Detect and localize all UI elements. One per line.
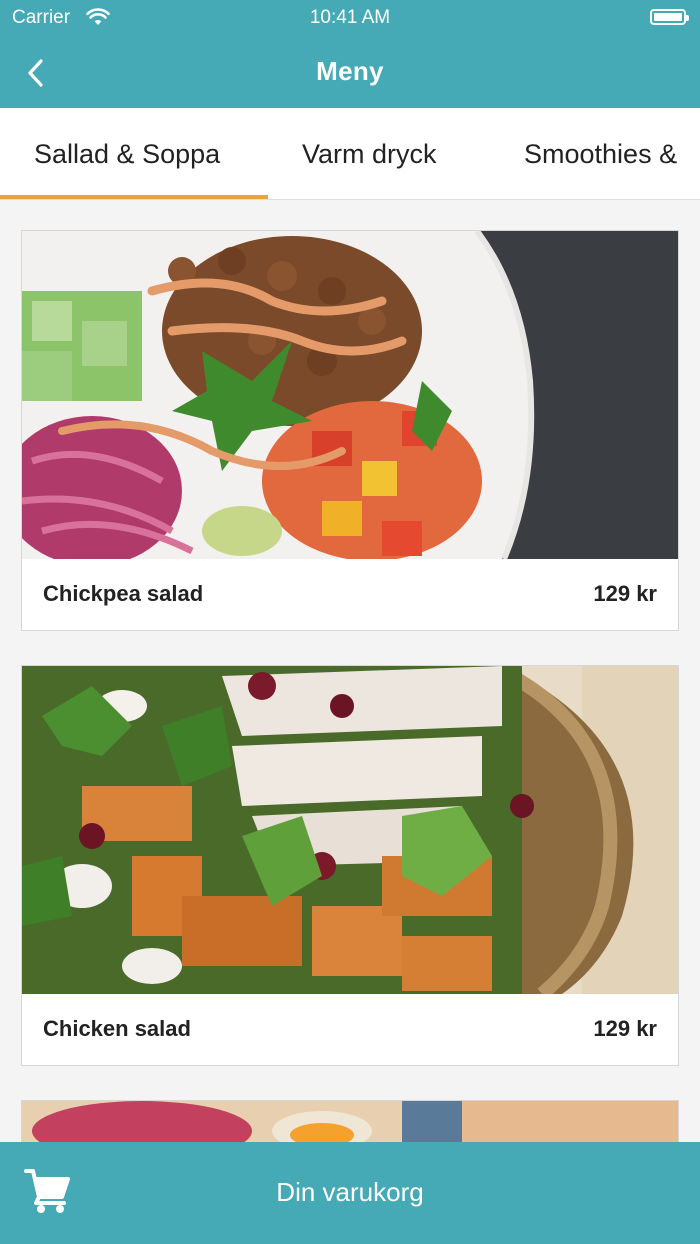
menu-item-price: 129 kr [593,581,657,606]
menu-item-price: 129 kr [593,1016,657,1041]
status-time: 10:41 AM [309,7,391,28]
cart-label: Din varukorg [276,1177,424,1207]
tab-varm-dryck[interactable]: Varm dryck [302,108,437,199]
menu-item-name: Chicken salad [43,1016,191,1041]
cart-bar[interactable]: Din varukorg [0,1142,700,1244]
chicken-salad-photo [22,666,678,994]
active-tab-indicator [0,195,268,199]
tab-smoothies[interactable]: Smoothies & [524,108,677,199]
menu-item-name: Chickpea salad [43,581,204,606]
tab-sallad-soppa[interactable]: Sallad & Soppa [34,108,220,199]
menu-item-photo [22,1101,678,1143]
chickpea-salad-photo [22,231,678,559]
status-bar: Carrier 10:41 AM [0,0,700,36]
menu-item-card[interactable]: Chicken salad 129 kr [21,665,679,1066]
page-title: Meny [316,56,384,86]
top-bar: Carrier 10:41 AM Meny [0,0,700,108]
battery-icon [650,9,689,25]
category-tabs: Sallad & Soppa Varm dryck Smoothies & [0,108,700,200]
menu-item-card[interactable]: Chickpea salad 129 kr [21,230,679,631]
